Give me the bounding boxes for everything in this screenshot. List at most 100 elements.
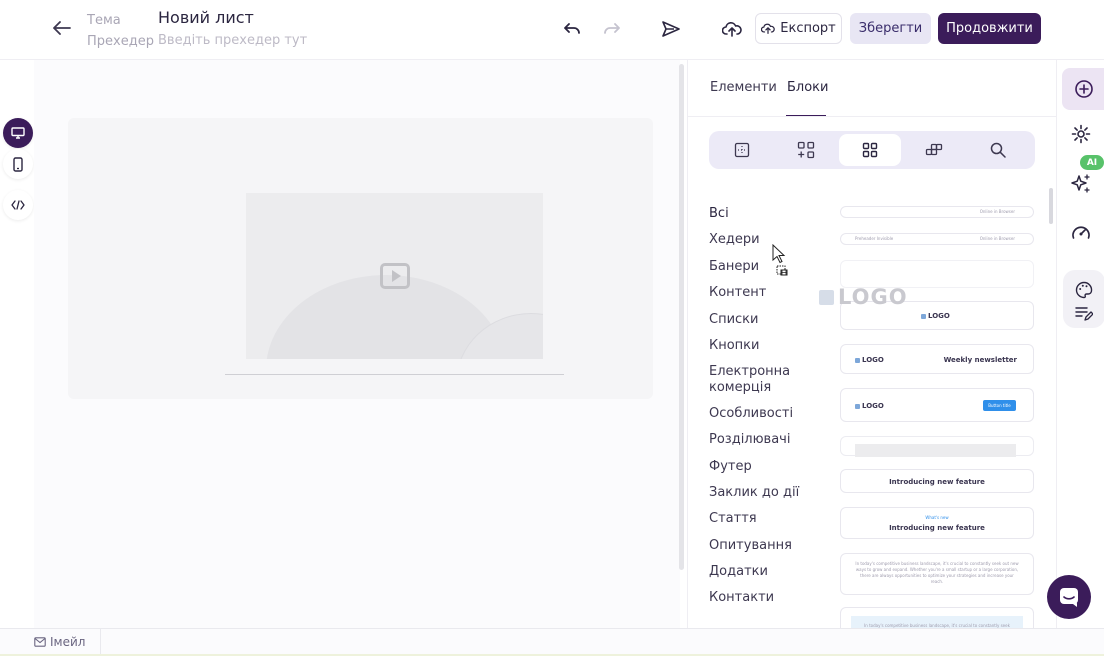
meta-labels: Тема Прехедер bbox=[87, 10, 154, 52]
top-bar: Тема Прехедер Новий лист Експорт Зберегт… bbox=[0, 0, 1104, 60]
sparkles-icon bbox=[1071, 174, 1090, 193]
chat-icon bbox=[1060, 588, 1078, 607]
thumb-text: Online in Browser bbox=[979, 236, 1015, 241]
footer-separator bbox=[100, 629, 101, 656]
preheader-label: Прехедер bbox=[87, 34, 154, 49]
settings-button[interactable] bbox=[1063, 116, 1099, 152]
back-arrow-icon[interactable] bbox=[50, 16, 74, 40]
drag-preview-logo: LOGO bbox=[819, 285, 908, 309]
grid-dashed-icon bbox=[734, 142, 750, 158]
document-title[interactable]: Новий лист bbox=[158, 7, 358, 29]
thumb-heading: Introducing new feature bbox=[889, 478, 985, 486]
thumb-logo-text: LOGO bbox=[928, 312, 950, 320]
category-cta[interactable]: Заклик до дії bbox=[709, 485, 819, 501]
category-footer[interactable]: Футер bbox=[709, 459, 819, 475]
category-ecommerce[interactable]: Електронна комерція bbox=[709, 364, 819, 396]
block-thumbnail[interactable]: In today's competitive business landscap… bbox=[840, 607, 1034, 628]
block-thumbnail[interactable]: In today's competitive business landscap… bbox=[840, 553, 1034, 595]
desktop-view-button[interactable] bbox=[3, 118, 33, 148]
video-block[interactable] bbox=[68, 118, 653, 399]
cursor-icon bbox=[772, 244, 788, 276]
thumb-logo: LOGO bbox=[921, 312, 950, 320]
support-chat-button[interactable] bbox=[1047, 575, 1091, 619]
panel-scrollbar[interactable] bbox=[1049, 188, 1053, 224]
all-blocks-filter[interactable] bbox=[839, 134, 901, 166]
block-thumbnail[interactable] bbox=[840, 436, 1034, 457]
rail-tool-group bbox=[1063, 270, 1104, 328]
blocks-stack-icon bbox=[925, 143, 943, 156]
add-content-button[interactable] bbox=[1062, 68, 1104, 110]
code-view-button[interactable] bbox=[3, 190, 33, 220]
block-thumbnail[interactable]: What's new Introducing new feature bbox=[840, 507, 1034, 539]
thumb-logo: LOGO bbox=[855, 356, 884, 364]
speedometer-icon bbox=[1072, 226, 1090, 239]
thumb-logo: LOGO bbox=[855, 402, 884, 410]
bag-icon bbox=[819, 289, 834, 305]
video-placeholder[interactable] bbox=[246, 193, 543, 359]
code-icon bbox=[11, 200, 25, 210]
thumb-text: Preheader Invisible bbox=[855, 236, 894, 241]
thumb-text: What's new bbox=[925, 515, 949, 520]
single-block-filter[interactable] bbox=[711, 134, 773, 166]
category-contacts[interactable]: Контакти bbox=[709, 590, 819, 606]
theme-label: Тема bbox=[87, 13, 121, 28]
search-blocks-button[interactable] bbox=[967, 134, 1029, 166]
desktop-icon bbox=[11, 127, 25, 139]
category-banners[interactable]: Банери bbox=[709, 259, 819, 275]
export-button[interactable]: Експорт bbox=[755, 13, 842, 44]
preheader-input[interactable] bbox=[158, 33, 358, 48]
category-buttons[interactable]: Кнопки bbox=[709, 338, 819, 354]
search-icon bbox=[990, 142, 1006, 158]
text-styles-button[interactable] bbox=[1066, 296, 1102, 332]
send-icon[interactable] bbox=[659, 17, 683, 41]
block-thumbnail[interactable]: Online in Browser bbox=[840, 206, 1034, 218]
email-tab[interactable]: Імейл bbox=[34, 635, 85, 649]
category-addons[interactable]: Додатки bbox=[709, 564, 819, 580]
block-thumbnail[interactable]: Introducing new feature bbox=[840, 469, 1034, 493]
add-block-filter[interactable] bbox=[775, 134, 837, 166]
block-thumbnail[interactable]: LOGO Button title bbox=[840, 388, 1034, 422]
continue-button[interactable]: Продовжити bbox=[938, 13, 1041, 44]
category-article[interactable]: Стаття bbox=[709, 511, 819, 527]
tab-elements[interactable]: Елементи bbox=[710, 80, 777, 98]
bag-icon bbox=[855, 403, 860, 409]
category-headers[interactable]: Хедери bbox=[709, 232, 819, 248]
redo-icon[interactable] bbox=[600, 17, 624, 41]
performance-button[interactable] bbox=[1063, 214, 1099, 250]
upload-cloud-icon[interactable] bbox=[720, 17, 744, 41]
thumb-text: Weekly newsletter bbox=[943, 356, 1017, 364]
mobile-icon bbox=[13, 156, 23, 172]
block-thumbnails: Online in Browser Preheader Invisible On… bbox=[840, 200, 1034, 628]
block-thumbnail[interactable] bbox=[840, 260, 1034, 288]
save-button[interactable]: Зберегти bbox=[850, 13, 931, 44]
category-surveys[interactable]: Опитування bbox=[709, 538, 819, 554]
export-label: Експорт bbox=[780, 21, 836, 36]
category-all[interactable]: Всі bbox=[709, 206, 819, 222]
envelope-icon bbox=[34, 637, 46, 647]
grid-four-icon bbox=[862, 142, 878, 158]
thumb-image bbox=[855, 444, 1016, 457]
canvas-scrollbar[interactable] bbox=[679, 64, 684, 570]
email-canvas[interactable] bbox=[34, 60, 680, 628]
mobile-view-button[interactable] bbox=[3, 149, 33, 179]
block-type-selector bbox=[709, 131, 1035, 169]
divider-line bbox=[225, 374, 564, 375]
category-dividers[interactable]: Розділювачі bbox=[709, 432, 819, 448]
block-thumbnail[interactable]: LOGO Weekly newsletter bbox=[840, 344, 1034, 374]
thumb-text: Online in Browser bbox=[979, 209, 1015, 214]
category-features[interactable]: Особливості bbox=[709, 406, 819, 422]
category-lists[interactable]: Списки bbox=[709, 312, 819, 328]
grid-plus-icon bbox=[797, 141, 815, 159]
tab-blocks[interactable]: Блоки bbox=[787, 80, 828, 98]
thumb-logo-text: LOGO bbox=[862, 356, 884, 364]
ai-assistant-button[interactable] bbox=[1063, 166, 1099, 202]
layout-blocks-filter[interactable] bbox=[903, 134, 965, 166]
block-thumbnail[interactable]: Preheader Invisible Online in Browser bbox=[840, 233, 1034, 245]
gear-icon bbox=[1071, 124, 1091, 144]
thumb-heading: Introducing new feature bbox=[889, 524, 985, 532]
undo-icon[interactable] bbox=[560, 17, 584, 41]
drag-preview-text: LOGO bbox=[838, 285, 908, 309]
bag-icon bbox=[921, 313, 926, 319]
email-tab-label: Імейл bbox=[50, 635, 86, 649]
category-content[interactable]: Контент bbox=[709, 285, 819, 301]
